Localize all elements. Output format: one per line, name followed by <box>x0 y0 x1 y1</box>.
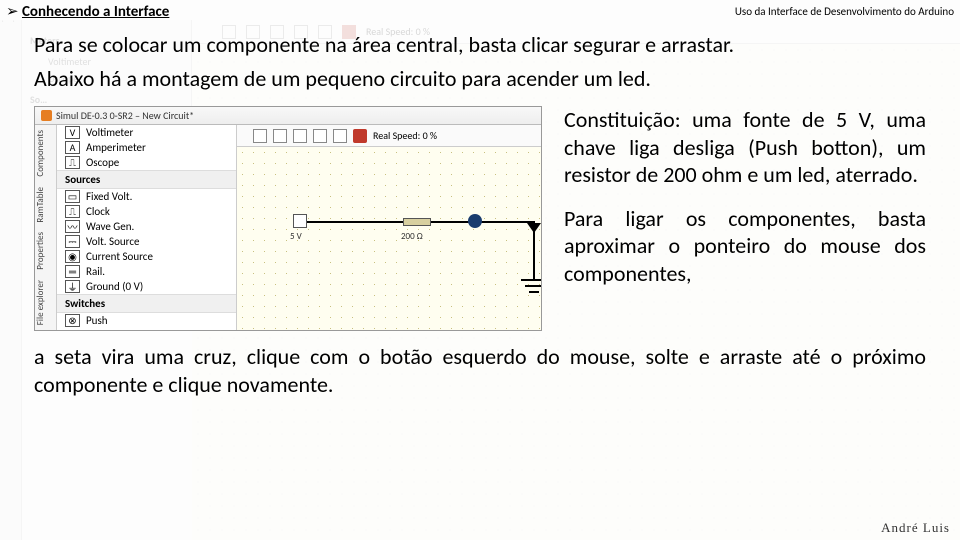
list-item[interactable]: 〰Wave Gen. <box>57 219 236 234</box>
resistor-label: 200 Ω <box>401 231 423 242</box>
section-sources: Sources <box>57 170 236 189</box>
volt-source-icon: ⎓ <box>65 235 80 248</box>
slide-title: Conhecendo a Interface <box>22 3 169 21</box>
list-item[interactable]: ◉Current Source <box>57 249 236 264</box>
toolbar-icon[interactable] <box>253 129 267 143</box>
toolbar-icon[interactable] <box>273 129 287 143</box>
paragraph-5: a seta vira uma cruz, clique com o botão… <box>34 343 926 398</box>
tab-file-explorer[interactable]: File explorer <box>35 276 56 329</box>
list-item[interactable]: ⎍Oscope <box>57 155 236 170</box>
amperimeter-icon: A <box>65 141 80 154</box>
paragraph-3: Constituição: uma fonte de 5 V, uma chav… <box>564 106 926 189</box>
toolbar-icon[interactable] <box>313 129 327 143</box>
speed-label: Real Speed: 0 % <box>373 129 437 142</box>
window-title: Simul DE-0.3 0-SR2 – New Circuit* <box>56 109 194 122</box>
list-item[interactable]: VVoltimeter <box>57 125 236 140</box>
power-button[interactable] <box>353 129 367 143</box>
app-icon <box>41 110 52 121</box>
side-tabs: Components RamTable Properties File expl… <box>35 125 57 330</box>
rail-icon: ═ <box>65 265 80 278</box>
canvas-toolbar: Real Speed: 0 % <box>237 125 541 147</box>
paragraph-4: Para ligar os componentes, basta aproxim… <box>564 205 926 288</box>
list-item[interactable]: ⊗Push <box>57 313 236 328</box>
simulator-screenshot: Simul DE-0.3 0-SR2 – New Circuit* Compon… <box>34 106 542 331</box>
circuit-canvas[interactable]: 5 V 200 Ω <box>237 147 541 330</box>
bullet-icon: ➢ <box>6 3 19 21</box>
slide-header: ➢ Conhecendo a Interface Uso da Interfac… <box>0 0 960 25</box>
list-item[interactable]: ═Rail. <box>57 264 236 279</box>
ground-icon: ⏚ <box>65 280 80 293</box>
tab-properties[interactable]: Properties <box>35 228 56 274</box>
oscope-icon: ⎍ <box>65 156 80 169</box>
list-item[interactable]: ▭Fixed Volt. <box>57 189 236 204</box>
voltage-label: 5 V <box>290 231 302 242</box>
wave-gen-icon: 〰 <box>65 220 80 233</box>
author-footer: André Luis <box>881 520 950 536</box>
tab-ramtable[interactable]: RamTable <box>35 183 56 227</box>
ground-icon <box>527 223 541 233</box>
push-button[interactable] <box>293 214 307 228</box>
window-titlebar: Simul DE-0.3 0-SR2 – New Circuit* <box>35 107 541 125</box>
list-item[interactable]: ⎓Volt. Source <box>57 234 236 249</box>
resistor[interactable] <box>403 218 431 226</box>
toolbar-icon[interactable] <box>293 129 307 143</box>
section-switches: Switches <box>57 294 236 313</box>
list-item[interactable]: ⏚Ground (0 V) <box>57 279 236 294</box>
component-palette: VVoltimeter AAmperimeter ⎍Oscope Sources… <box>57 125 237 330</box>
tab-components[interactable]: Components <box>35 126 56 181</box>
current-source-icon: ◉ <box>65 250 80 263</box>
clock-icon: ⎍ <box>65 205 80 218</box>
toolbar-icon[interactable] <box>333 129 347 143</box>
voltimeter-icon: V <box>65 126 80 139</box>
slide-subtitle: Uso da Interface de Desenvolvimento do A… <box>735 5 954 18</box>
led[interactable] <box>468 214 482 228</box>
push-icon: ⊗ <box>65 314 80 327</box>
paragraph-1: Para se colocar um componente na área ce… <box>34 31 926 59</box>
list-item[interactable]: ⎍Clock <box>57 204 236 219</box>
paragraph-2: Abaixo há a montagem de um pequeno circu… <box>34 65 926 93</box>
fixed-volt-icon: ▭ <box>65 190 80 203</box>
list-item[interactable]: AAmperimeter <box>57 140 236 155</box>
